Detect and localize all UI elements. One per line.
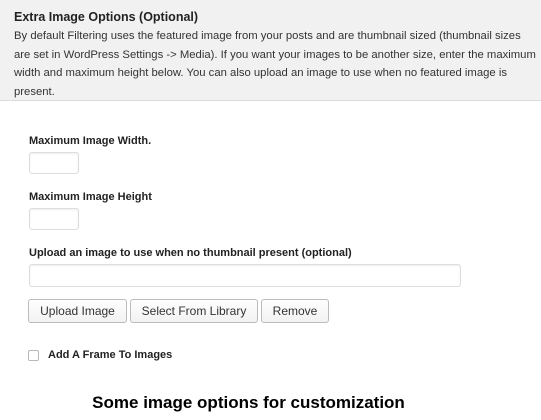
- extra-image-options-panel: Extra Image Options (Optional) By defaul…: [0, 0, 541, 390]
- upload-image-url-input[interactable]: [29, 264, 461, 287]
- figure-caption: Some image options for customization: [92, 393, 405, 412]
- max-width-input[interactable]: [29, 152, 79, 174]
- panel-header: Extra Image Options (Optional) By defaul…: [0, 0, 541, 101]
- upload-image-label: Upload an image to use when no thumbnail…: [29, 247, 352, 259]
- select-from-library-button[interactable]: Select From Library: [130, 299, 258, 323]
- max-width-label: Maximum Image Width.: [29, 135, 152, 147]
- remove-button[interactable]: Remove: [261, 299, 329, 323]
- add-frame-label[interactable]: Add A Frame To Images: [48, 349, 172, 361]
- add-frame-checkbox[interactable]: [28, 350, 39, 361]
- max-height-input[interactable]: [29, 208, 79, 230]
- panel-description: By default Filtering uses the featured i…: [14, 30, 536, 98]
- panel-title: Extra Image Options (Optional): [14, 10, 199, 24]
- upload-image-button[interactable]: Upload Image: [28, 299, 127, 323]
- max-height-label: Maximum Image Height: [29, 191, 152, 203]
